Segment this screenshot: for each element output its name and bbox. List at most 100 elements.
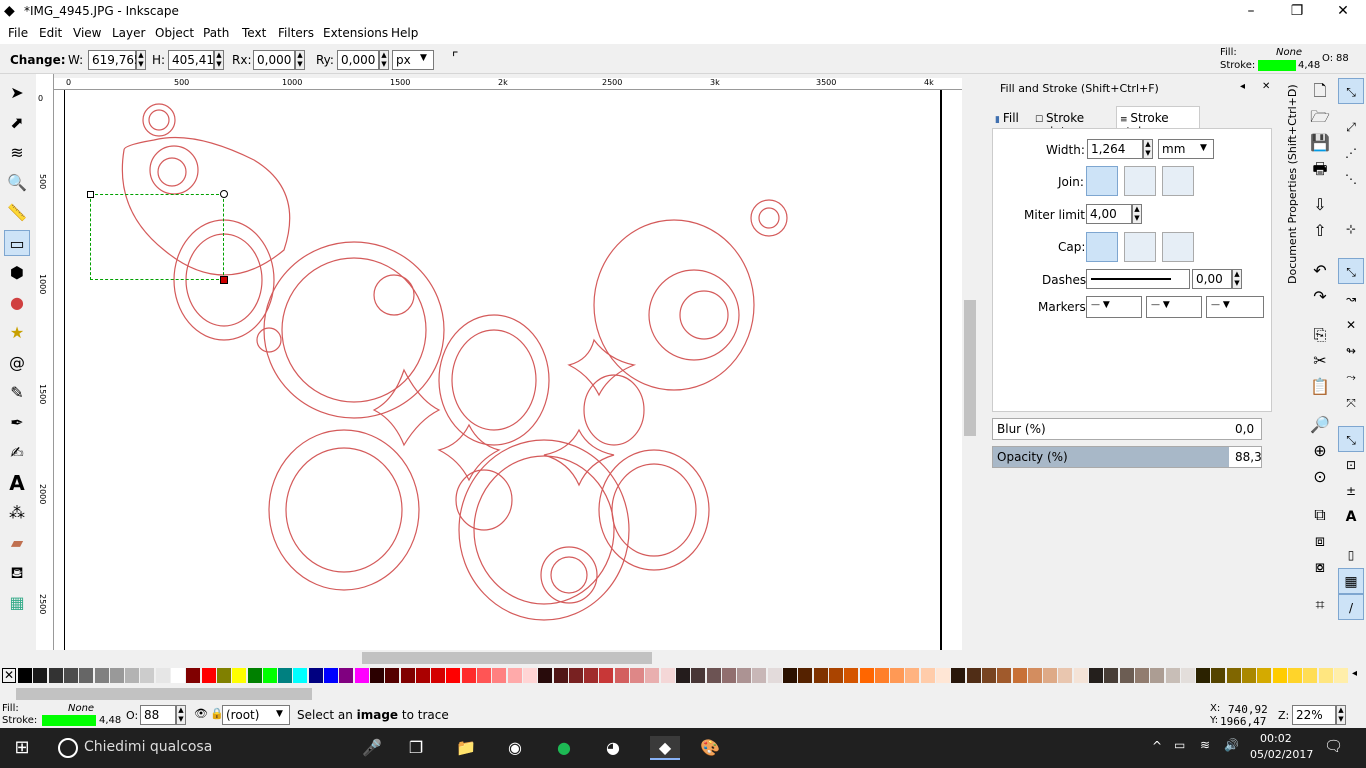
redo-icon[interactable]: ↷ (1307, 284, 1333, 310)
width-input[interactable]: 619,765 (88, 50, 142, 70)
palette-swatch[interactable] (920, 668, 935, 683)
palette-swatch[interactable] (936, 668, 950, 683)
palette-swatch[interactable] (171, 668, 185, 683)
menu-edit[interactable]: Edit (39, 26, 62, 40)
palette-swatch[interactable] (630, 668, 644, 683)
rx-spin-arrows[interactable]: ▲ ▼ (295, 50, 305, 70)
palette-swatch[interactable] (767, 668, 782, 683)
snap-bbox-corner-icon[interactable]: ⋱ (1338, 166, 1364, 192)
palette-swatch[interactable] (828, 668, 843, 683)
palette-swatch[interactable] (1211, 668, 1226, 683)
zoom-spin[interactable]: ▲ ▼ (1336, 705, 1346, 725)
cortana-icon[interactable] (58, 738, 78, 758)
menu-filters[interactable]: Filters (278, 26, 314, 40)
panel-close-button[interactable]: ✕ (1262, 81, 1270, 92)
width-spin-arrows[interactable]: ▲ ▼ (136, 50, 146, 70)
palette-swatch[interactable] (844, 668, 859, 683)
palette-swatch[interactable] (737, 668, 752, 683)
palette-swatch[interactable] (400, 668, 415, 683)
pencil-tool-icon[interactable]: ✎ (4, 380, 30, 406)
palette-swatch[interactable] (691, 668, 706, 683)
palette-swatch[interactable] (1242, 668, 1256, 683)
unit-select[interactable]: px (392, 50, 434, 70)
join-round-button[interactable] (1124, 166, 1156, 196)
palette-swatch[interactable] (507, 668, 522, 683)
wifi-icon[interactable]: ≋ (1200, 738, 1210, 752)
miter-limit-input[interactable]: 4,00 (1086, 204, 1132, 224)
stroke-color-swatch[interactable] (1258, 60, 1296, 71)
cap-round-button[interactable] (1124, 232, 1156, 262)
zoom-selection-icon[interactable]: 🔎 (1307, 412, 1333, 438)
make-sharp-icon[interactable]: ⌜ (452, 50, 459, 66)
save-icon[interactable]: 💾 (1307, 130, 1333, 156)
palette-swatch[interactable] (706, 668, 721, 683)
dash-pattern-select[interactable] (1086, 269, 1190, 289)
traced-necklace-drawing[interactable] (54, 90, 962, 650)
ry-input[interactable]: 0,000 (337, 50, 379, 70)
menu-layer[interactable]: Layer (112, 26, 145, 40)
ry-spin-arrows[interactable]: ▲ ▼ (379, 50, 389, 70)
unlink-clone-icon[interactable]: ⧇ (1307, 554, 1333, 580)
menu-object[interactable]: Object (155, 26, 194, 40)
palette-swatch[interactable] (94, 668, 109, 683)
palette-swatch[interactable] (1287, 668, 1302, 683)
height-spin-arrows[interactable]: ▲ ▼ (214, 50, 224, 70)
palette-swatch[interactable] (890, 668, 905, 683)
menu-file[interactable]: File (8, 26, 28, 40)
palette-swatch[interactable] (538, 668, 553, 683)
gradient-tool-icon[interactable]: ▦ (4, 590, 30, 616)
palette-swatch[interactable] (1303, 668, 1318, 683)
menu-view[interactable]: View (73, 26, 101, 40)
palette-swatch[interactable] (1196, 668, 1211, 683)
rx-input[interactable]: 0,000 (253, 50, 295, 70)
snap-path-icon[interactable]: ↝ (1338, 286, 1364, 312)
palette-swatch[interactable] (79, 668, 94, 683)
palette-swatch[interactable] (645, 668, 660, 683)
palette-swatch[interactable] (1104, 668, 1119, 683)
task-view-icon[interactable]: ❐ (404, 736, 428, 760)
export-icon[interactable]: ⇧ (1307, 218, 1333, 244)
snap-center-icon[interactable]: ⤧ (1338, 390, 1364, 416)
palette-swatch[interactable] (584, 668, 599, 683)
palette-swatch[interactable] (1043, 668, 1058, 683)
snap-intersection-icon[interactable]: ✕ (1338, 312, 1364, 338)
palette-swatch[interactable] (1165, 668, 1180, 683)
menu-path[interactable]: Path (203, 26, 229, 40)
palette-swatch[interactable] (63, 668, 78, 683)
palette-swatch[interactable] (1257, 668, 1272, 683)
stroke-width-value[interactable]: 4,48 (1298, 60, 1320, 71)
chrome-icon[interactable]: ◉ (503, 736, 527, 760)
zoom-input[interactable]: 22% (1292, 705, 1336, 725)
palette-swatch[interactable] (859, 668, 874, 683)
snap-smooth-icon[interactable]: ↬ (1338, 338, 1364, 364)
palette-swatch[interactable] (446, 668, 461, 683)
paint-palette-icon[interactable]: 🎨 (698, 736, 722, 760)
palette-swatch[interactable] (216, 668, 231, 683)
palette-swatch[interactable] (339, 668, 354, 683)
inkscape-taskbar-icon[interactable]: ◆ (650, 736, 680, 760)
fill-indicator-value[interactable]: None (1276, 47, 1302, 58)
blur-slider[interactable]: Blur (%) 0,0 (992, 418, 1262, 440)
end-marker-select[interactable]: — ▼ (1206, 296, 1264, 318)
palette-swatch[interactable] (660, 668, 675, 683)
palette-swatch[interactable] (966, 668, 981, 683)
palette-swatch[interactable] (798, 668, 813, 683)
stroke-width-input[interactable]: 1,264 (1087, 139, 1143, 159)
print-icon[interactable]: 🖶 (1307, 156, 1333, 182)
palette-swatch[interactable] (18, 668, 32, 683)
text-tool-icon[interactable]: A (4, 470, 30, 496)
palette-menu-icon[interactable]: ◂ (1352, 668, 1357, 679)
snap-nodes-icon[interactable]: ⤡ (1338, 258, 1364, 284)
palette-swatch[interactable] (1027, 668, 1042, 683)
palette-swatch[interactable] (431, 668, 446, 683)
windows-start-icon[interactable]: ⊞ (10, 736, 34, 760)
palette-swatch[interactable] (568, 668, 583, 683)
palette-swatch[interactable] (109, 668, 124, 683)
palette-swatch[interactable] (905, 668, 920, 683)
join-miter-button[interactable] (1086, 166, 1118, 196)
vertical-scrollbar[interactable] (962, 74, 978, 650)
paint-app-icon[interactable]: ◕ (601, 736, 625, 760)
stroke-width-spin[interactable]: ▲ ▼ (1143, 139, 1153, 159)
paste-icon[interactable]: 📋 (1307, 374, 1333, 400)
cap-square-button[interactable] (1162, 232, 1194, 262)
